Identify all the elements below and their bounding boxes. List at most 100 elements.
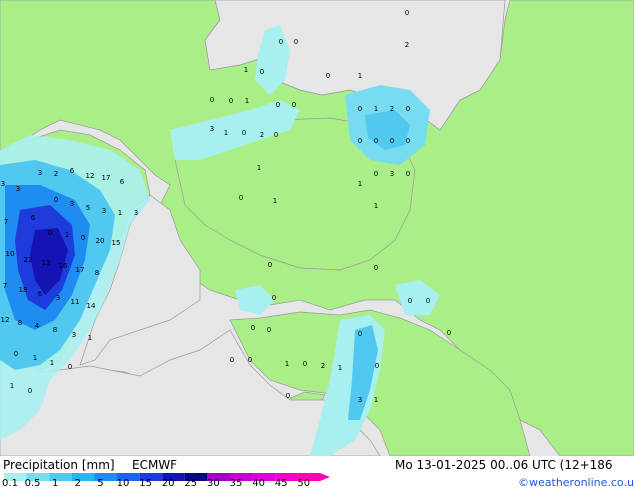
map-value-label: 8 [95, 269, 99, 277]
legend-tick-label: 50 [297, 478, 311, 489]
map-value-label: 1 [118, 209, 122, 217]
map-value-label: 0 [406, 137, 410, 145]
map-value-label: 2 [260, 131, 264, 139]
map-value-label: 1 [33, 354, 37, 362]
map-value-label: 0 [28, 387, 32, 395]
map-value-label: 0 [267, 326, 271, 334]
legend-tick-label: 5 [97, 478, 104, 489]
map-value-label: 1 [257, 164, 261, 172]
legend-tick-label: 2 [74, 478, 81, 489]
map-value-label: 4 [35, 322, 40, 330]
map-value-label: 0 [286, 392, 290, 400]
map-value-label: 0 [210, 96, 214, 104]
map-value-label: 1 [374, 396, 378, 404]
map-value-label: 18 [19, 286, 28, 294]
map-value-label: 3 [16, 185, 20, 193]
legend-tick-label: 25 [184, 478, 198, 489]
map-value-label: 1 [374, 202, 378, 210]
map-value-label: 15 [112, 239, 121, 247]
map-value-label: 17 [76, 266, 85, 274]
map-value-label: 13 [42, 259, 51, 267]
model-name: ECMWF [132, 458, 178, 472]
map-value-label: 2 [321, 362, 325, 370]
map-value-label: 0 [54, 196, 58, 204]
legend-tick-label: 15 [139, 478, 152, 489]
map-value-label: 0 [358, 105, 362, 113]
map-value-label: 0 [268, 261, 272, 269]
map-value-label: 6 [31, 214, 36, 222]
map-value-label: 8 [18, 319, 22, 327]
map-value-label: 0 [406, 170, 410, 178]
map-value-label: 1 [338, 364, 342, 372]
map-value-label: 6 [70, 167, 75, 175]
map-value-label: 0 [358, 137, 362, 145]
legend-tick-label: 45 [274, 478, 288, 489]
map-value-label: 3 [70, 200, 74, 208]
map-value-label: 0 [405, 9, 409, 17]
map-value-label: 3 [1, 180, 5, 188]
map-value-label: 1 [358, 72, 362, 80]
map-value-label: 20 [96, 237, 105, 245]
map-value-label: 0 [279, 38, 283, 46]
map-value-label: 8 [53, 326, 57, 334]
map-value-label: 0 [326, 72, 330, 80]
map-value-label: 0 [426, 297, 430, 305]
map-value-label: 16 [59, 262, 68, 270]
credit-link[interactable]: ©weatheronline.co.uk [518, 476, 634, 489]
map-value-label: 0 [81, 234, 85, 242]
map-value-label: 3 [210, 125, 214, 133]
map-value-label: 11 [71, 298, 80, 306]
map-title: Precipitation [mm] [3, 458, 115, 472]
legend-tick-label: 20 [161, 478, 175, 489]
map-value-label: 0 [274, 131, 278, 139]
map-value-label: 0 [14, 350, 18, 358]
map-value-label: 22 [24, 256, 33, 264]
datetime-label: Mo 13-01-2025 00..06 UTC (12+186 [395, 458, 613, 472]
map-value-label: 0 [251, 324, 255, 332]
map-value-label: 3 [56, 294, 60, 302]
map-value-label: 6 [120, 178, 125, 186]
map-value-label: 0 [276, 101, 280, 109]
map-value-label: 12 [86, 172, 95, 180]
legend-tick-label: 1 [52, 478, 59, 489]
legend-tick-label: 10 [116, 478, 130, 489]
map-value-label: 1 [273, 197, 277, 205]
legend-tick-label: 35 [229, 478, 243, 489]
map-value-label: 0 [447, 329, 451, 337]
map-value-label: 2 [390, 105, 394, 113]
map-value-label: 0 [374, 264, 378, 272]
map-value-label: 3 [134, 209, 138, 217]
map-value-label: 0 [292, 101, 296, 109]
map-value-label: 0 [375, 362, 379, 370]
legend-tick-label: 0.1 [2, 478, 18, 489]
map-value-label: 0 [294, 38, 298, 46]
map-value-label: 1 [285, 360, 289, 368]
legend-tick-label: 30 [207, 478, 220, 489]
map-value-label: 1 [50, 359, 54, 367]
map-value-label: 0 [230, 356, 234, 364]
map-value-label: 1 [358, 180, 362, 188]
map-value-label: 0 [272, 294, 276, 302]
map-value-label: 2 [405, 41, 409, 49]
map-value-label: 1 [374, 105, 378, 113]
map-value-label: 0 [303, 360, 307, 368]
map-value-label: 17 [102, 174, 111, 182]
map-value-label: 1 [245, 97, 249, 105]
map-value-label: 0 [239, 194, 243, 202]
map-value-label: 2 [54, 170, 58, 178]
map-value-label: 1 [10, 382, 14, 390]
map-value-label: 3 [390, 170, 394, 178]
map-value-label: 12 [1, 316, 10, 324]
legend-tick-label: 0.5 [24, 478, 41, 489]
map-value-label: 3 [358, 396, 362, 404]
map-value-label: 3 [102, 207, 106, 215]
map-value-label: 5 [86, 204, 90, 212]
map-value-label: 0 [374, 170, 378, 178]
map-value-label: 1 [65, 231, 69, 239]
map-value-label: 1 [224, 129, 228, 137]
map-value-label: 0 [406, 105, 410, 113]
map-value-label: 1 [244, 66, 248, 74]
map-value-label: 0 [358, 330, 362, 338]
map-value-label: 0 [260, 68, 264, 76]
map-value-label: 0 [242, 129, 246, 137]
